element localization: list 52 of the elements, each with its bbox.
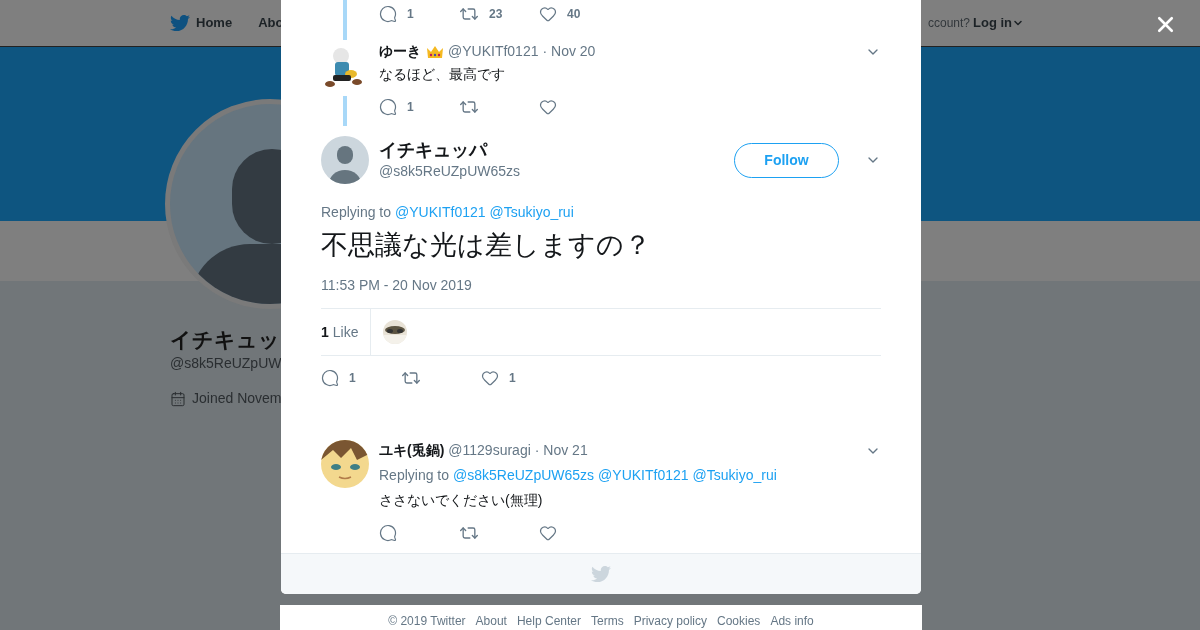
tweet-text: ささないでください(無理) (379, 491, 544, 510)
user-name[interactable]: イチキュッパ (379, 138, 724, 161)
reply-icon[interactable] (379, 5, 397, 23)
footer-link[interactable]: Terms (591, 614, 624, 630)
joined-date: Joined Novem (192, 389, 282, 408)
nav-link[interactable]: Home (170, 13, 233, 33)
footer-link[interactable]: Privacy policy (633, 614, 707, 630)
tweet-text: なるほど、最高です (379, 65, 506, 84)
reply-icon[interactable] (379, 524, 397, 542)
profile-handle: @s8k5ReUZpUW (170, 354, 282, 373)
login-button[interactable]: Log in (973, 13, 1024, 33)
bird-icon (591, 564, 611, 584)
user-name[interactable]: ゆーき (379, 41, 421, 62)
replying-to-label: Replying to (321, 203, 392, 222)
footer-link[interactable]: Cookies (717, 614, 761, 630)
action-count: 1 (509, 370, 516, 387)
heart-icon[interactable] (539, 98, 557, 116)
tweet-timestamp: 11:53 PM - 20 Nov 2019 (321, 276, 473, 295)
user-handle[interactable]: @s8k5ReUZpUW65zs (379, 160, 724, 182)
mention-link[interactable]: @s8k5ReUZpUW65zs (453, 465, 595, 486)
user-handle[interactable]: @YUKITf0121 (448, 41, 539, 62)
footer-link[interactable]: © 2019 Twitter (388, 614, 466, 630)
likes-count[interactable]: 1 (321, 321, 329, 343)
footer-link[interactable]: About (475, 614, 507, 630)
action-count: 1 (407, 6, 414, 23)
mention-link[interactable]: @Tsukiyo_rui (489, 202, 574, 223)
replying-to-label: Replying to (379, 466, 450, 485)
action-count: 40 (567, 6, 581, 23)
reply-icon[interactable] (321, 369, 339, 387)
bird-icon (170, 13, 190, 33)
likes-label[interactable]: Like (332, 321, 359, 343)
mention-link[interactable]: @YUKITf0121 (598, 465, 689, 486)
heart-icon[interactable] (539, 5, 557, 23)
reply-icon[interactable] (379, 98, 397, 116)
avatar (321, 136, 369, 184)
heart-icon[interactable] (481, 369, 499, 387)
account-prompt: ccount? (927, 15, 970, 32)
user-handle[interactable]: @1129suragi (448, 440, 531, 461)
footer-link[interactable]: Ads info (770, 614, 814, 630)
mention-link[interactable]: @Tsukiyo_rui (692, 465, 777, 486)
tweet-date[interactable]: · Nov 20 (542, 41, 596, 62)
action-count: 1 (349, 370, 356, 387)
action-count: 1 (407, 99, 414, 116)
mention-link[interactable]: @YUKITf0121 (395, 202, 486, 223)
profile-name: イチキュッ (170, 327, 280, 353)
action-count: 23 (489, 6, 503, 23)
heart-icon[interactable] (539, 524, 557, 542)
user-name[interactable]: ユキ(兎鍋) (379, 440, 445, 461)
tweet-text: 不思議な光は差しますの？ (321, 229, 652, 262)
tweet-date[interactable]: · Nov 21 (534, 440, 588, 461)
footer-link[interactable]: Help Center (516, 614, 581, 630)
calendar-icon (170, 390, 186, 407)
